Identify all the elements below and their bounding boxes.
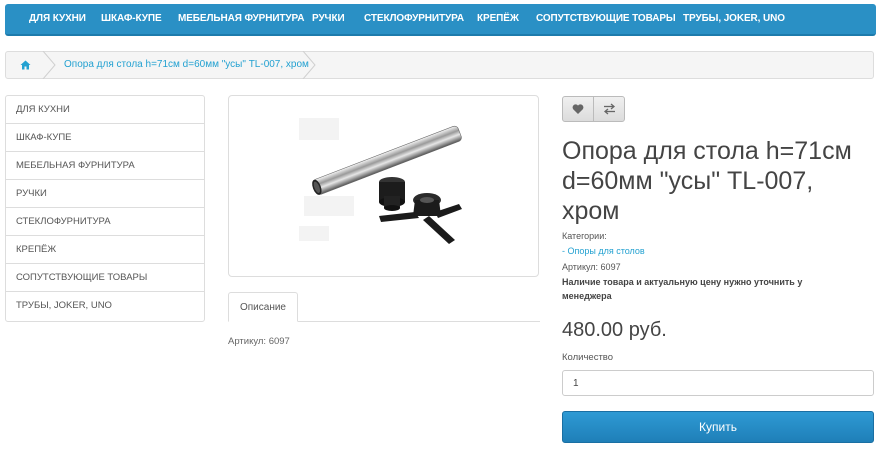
sidebar-item-furniture-fittings[interactable]: МЕБЕЛЬНАЯ ФУРНИТУРА xyxy=(6,152,204,180)
product-photo xyxy=(299,118,462,244)
breadcrumb-separator xyxy=(42,51,56,79)
sidebar-item-related-goods[interactable]: СОПУТСТВУЮЩИЕ ТОВАРЫ xyxy=(6,264,204,292)
compare-button[interactable] xyxy=(593,96,625,122)
sidebar-item-glass-fittings[interactable]: СТЕКЛОФУРНИТУРА xyxy=(6,208,204,236)
sidebar-categories: ДЛЯ КУХНИ ШКАФ-КУПЕ МЕБЕЛЬНАЯ ФУРНИТУРА … xyxy=(5,95,205,322)
sidebar-item-fasteners[interactable]: КРЕПЁЖ xyxy=(6,236,204,264)
product-actions xyxy=(562,96,626,122)
nav-item-glass-fittings[interactable]: СТЕКЛОФУРНИТУРА xyxy=(364,4,464,34)
quantity-label: Количество xyxy=(562,352,614,363)
sidebar-item-wardrobe[interactable]: ШКАФ-КУПЕ xyxy=(6,124,204,152)
sidebar-item-kitchen[interactable]: ДЛЯ КУХНИ xyxy=(6,96,204,124)
wishlist-button[interactable] xyxy=(562,96,594,122)
exchange-icon xyxy=(603,103,616,115)
nav-item-handles[interactable]: РУЧКИ xyxy=(312,4,345,34)
nav-item-kitchen[interactable]: ДЛЯ КУХНИ xyxy=(29,4,86,34)
heart-icon xyxy=(572,104,584,114)
nav-item-tubes[interactable]: ТРУБЫ, JOKER, UNO xyxy=(683,4,785,34)
nav-item-fasteners[interactable]: КРЕПЁЖ xyxy=(477,4,519,34)
buy-button[interactable]: Купить xyxy=(562,411,874,443)
breadcrumb-separator xyxy=(302,51,316,79)
availability-notice: Наличие товара и актуальную цену нужно у… xyxy=(562,277,803,301)
nav-item-wardrobe[interactable]: ШКАФ-КУПЕ xyxy=(101,4,162,34)
product-image[interactable] xyxy=(228,95,539,277)
category-link[interactable]: - Опоры для столов xyxy=(562,246,645,256)
home-icon xyxy=(20,60,31,70)
breadcrumb-home[interactable] xyxy=(6,52,44,78)
quantity-input[interactable] xyxy=(562,370,874,396)
sidebar-item-tubes[interactable]: ТРУБЫ, JOKER, UNO xyxy=(6,292,204,320)
breadcrumb-current[interactable]: Опора для стола h=71см d=60мм "усы" TL-0… xyxy=(64,52,309,78)
product-price: 480.00 руб. xyxy=(562,319,667,341)
breadcrumb: Опора для стола h=71см d=60мм "усы" TL-0… xyxy=(5,51,874,79)
categories-label: Категории: xyxy=(562,231,607,241)
tab-description[interactable]: Описание xyxy=(228,292,298,322)
product-title: Опора для стола h=71см d=60мм "усы" TL-0… xyxy=(562,137,852,225)
top-nav: ДЛЯ КУХНИ ШКАФ-КУПЕ МЕБЕЛЬНАЯ ФУРНИТУРА … xyxy=(5,4,876,36)
description-article: Артикул: 6097 xyxy=(228,336,290,347)
nav-item-furniture-fittings[interactable]: МЕБЕЛЬНАЯ ФУРНИТУРА xyxy=(178,4,304,34)
product-article: Артикул: 6097 xyxy=(562,262,621,272)
nav-item-related-goods[interactable]: СОПУТСТВУЮЩИЕ ТОВАРЫ xyxy=(536,4,676,34)
sidebar-item-handles[interactable]: РУЧКИ xyxy=(6,180,204,208)
